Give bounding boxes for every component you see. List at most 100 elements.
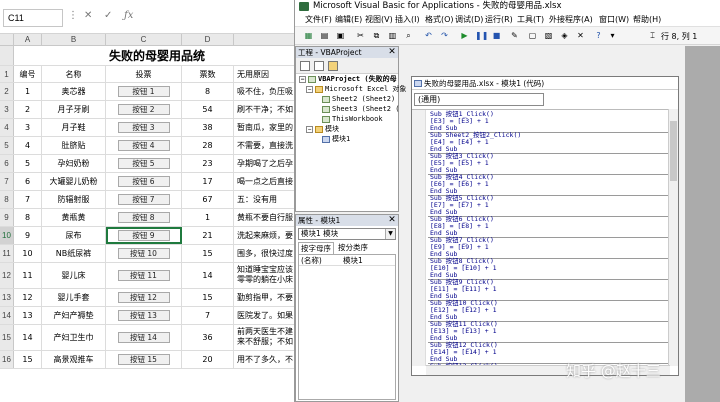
vote-button[interactable]: 按钮 9 — [117, 230, 170, 241]
menu-item[interactable]: 运行(R) — [485, 14, 513, 26]
row-header[interactable]: 1 — [0, 66, 14, 82]
menu-item[interactable]: 调试(D) — [455, 14, 483, 26]
cell-count[interactable]: 36 — [182, 325, 234, 350]
cell-reason[interactable]: 前两天医生不建 来不舒服；不如 — [234, 325, 300, 350]
column-header-a[interactable]: A — [14, 34, 42, 46]
cell-vote[interactable]: 按钮 11 — [106, 263, 182, 288]
cell-id[interactable]: 3 — [14, 119, 42, 136]
vote-button[interactable]: 按钮 13 — [117, 310, 170, 321]
row-header[interactable]: 5 — [0, 137, 14, 154]
cell-vote[interactable]: 按钮 4 — [106, 137, 182, 154]
cell-vote[interactable]: 按钮 15 — [106, 351, 182, 368]
cell-id[interactable]: 13 — [14, 307, 42, 324]
reset-icon[interactable]: ■ — [491, 30, 502, 41]
vote-button[interactable]: 按钮 4 — [117, 140, 170, 151]
row-header[interactable]: 3 — [0, 101, 14, 118]
paste-icon[interactable]: ▥ — [387, 30, 398, 41]
row-header[interactable] — [0, 46, 14, 65]
cell-reason[interactable]: 孕期喝了之后孕 — [234, 155, 300, 172]
code-editor[interactable]: Sub 按钮1_Click() [E3] = [E3] + 1 End Sub Sub… — [412, 109, 669, 366]
cell-reason[interactable]: 五：没有用 — [234, 191, 300, 208]
cell-vote[interactable]: 按钮 8 — [106, 209, 182, 226]
properties-object-select[interactable]: 模块1 模块 ▼ — [298, 228, 396, 240]
break-icon[interactable]: ❚❚ — [475, 30, 488, 41]
cell-reason[interactable]: 围多，很快过度 — [234, 245, 300, 262]
tree-node-thisworkbook[interactable]: ThisWorkbook — [322, 115, 383, 124]
menu-item[interactable]: 帮助(H) — [633, 14, 661, 26]
collapse-icon[interactable]: − — [306, 125, 313, 133]
cell-id[interactable]: 4 — [14, 137, 42, 154]
cell-reason[interactable]: 吸不住，负压吸 — [234, 83, 300, 100]
column-header-c[interactable]: C — [106, 34, 182, 46]
cell-id[interactable]: 14 — [14, 325, 42, 350]
column-header-e[interactable] — [234, 34, 300, 46]
code-margin[interactable] — [412, 110, 426, 366]
view-code-icon[interactable] — [300, 61, 310, 71]
vote-button[interactable]: 按钮 10 — [117, 248, 170, 259]
properties-icon[interactable]: ▧ — [543, 30, 554, 41]
cell-count[interactable]: 54 — [182, 101, 234, 118]
cell-id[interactable]: 9 — [14, 227, 42, 244]
menu-item[interactable]: 工具(T) — [517, 14, 544, 26]
cell-vote[interactable]: 按钮 1 — [106, 83, 182, 100]
vote-button[interactable]: 按钮 12 — [117, 292, 170, 303]
cell-name[interactable]: 防辐射服 — [42, 191, 106, 208]
cell-id[interactable]: 12 — [14, 289, 42, 306]
cell-reason[interactable]: 刷不干净；不如 — [234, 101, 300, 118]
menu-item[interactable]: 文件(F) — [305, 14, 332, 26]
cell-id[interactable]: 7 — [14, 191, 42, 208]
chevron-down-icon[interactable]: ▼ — [385, 229, 395, 239]
select-all-corner[interactable] — [0, 34, 14, 46]
cell-count[interactable]: 17 — [182, 173, 234, 190]
column-header-b[interactable]: B — [42, 34, 106, 46]
tab-categorized[interactable]: 按分类序 — [336, 242, 370, 253]
redo-icon[interactable]: ↷ — [439, 30, 450, 41]
menu-item[interactable]: 编辑(E) — [335, 14, 362, 26]
cell-reason[interactable]: 知道睡宝宝应该 零零的躺在小床 — [234, 263, 300, 288]
confirm-icon[interactable]: ✓ — [104, 10, 112, 21]
name-box[interactable]: C11 — [3, 9, 63, 27]
row-header[interactable]: 4 — [0, 119, 14, 136]
toolbox-icon[interactable]: ✕ — [575, 30, 586, 41]
cell-name[interactable]: 婴儿手套 — [42, 289, 106, 306]
cell-name[interactable]: 高景观推车 — [42, 351, 106, 368]
cell-reason[interactable]: 喝一点之后直接 — [234, 173, 300, 190]
header-reason[interactable]: 无用原因 — [234, 66, 300, 82]
cell-count[interactable]: 21 — [182, 227, 234, 244]
cell-name[interactable]: 月子牙刷 — [42, 101, 106, 118]
cell-vote[interactable]: 按钮 14 — [106, 325, 182, 350]
tab-alphabetic[interactable]: 按字母序 — [298, 242, 334, 254]
cell-reason[interactable]: 用不了多久，不 — [234, 351, 300, 368]
menu-item[interactable]: 窗口(W) — [599, 14, 629, 26]
vote-button[interactable]: 按钮 7 — [117, 194, 170, 205]
row-header[interactable]: 12 — [0, 263, 14, 288]
cell-vote[interactable]: 按钮 6 — [106, 173, 182, 190]
row-header[interactable]: 10 — [0, 227, 14, 244]
property-row[interactable]: (名称) 模块1 — [299, 255, 395, 266]
cell-id[interactable]: 6 — [14, 173, 42, 190]
cell-count[interactable]: 20 — [182, 351, 234, 368]
cell-reason[interactable]: 洗起来麻烦，要 — [234, 227, 300, 244]
vote-button[interactable]: 按钮 11 — [117, 270, 170, 281]
cell-id[interactable]: 5 — [14, 155, 42, 172]
menu-item[interactable]: 格式(O) — [425, 14, 454, 26]
cell-vote[interactable]: 按钮 5 — [106, 155, 182, 172]
header-name[interactable]: 名称 — [42, 66, 106, 82]
cell-id[interactable]: 2 — [14, 101, 42, 118]
design-mode-icon[interactable]: ✎ — [509, 30, 520, 41]
object-select[interactable]: (通用) — [414, 93, 544, 106]
cell-count[interactable]: 67 — [182, 191, 234, 208]
scrollbar-thumb[interactable] — [670, 121, 677, 181]
cell-id[interactable]: 10 — [14, 245, 42, 262]
cell-count[interactable]: 15 — [182, 289, 234, 306]
header-id[interactable]: 编号 — [14, 66, 42, 82]
cell-name[interactable]: 产妇产褥垫 — [42, 307, 106, 324]
cell-name[interactable]: 肚脐贴 — [42, 137, 106, 154]
tree-node-sheet2[interactable]: Sheet2 (Sheet2) — [322, 95, 395, 104]
cell-id[interactable]: 1 — [14, 83, 42, 100]
cell-name[interactable]: 月子鞋 — [42, 119, 106, 136]
cell-reason[interactable]: 不需要，直接洗 — [234, 137, 300, 154]
cut-icon[interactable]: ✂ — [355, 30, 366, 41]
collapse-icon[interactable]: − — [306, 85, 313, 93]
project-explorer-icon[interactable]: ▢ — [527, 30, 538, 41]
